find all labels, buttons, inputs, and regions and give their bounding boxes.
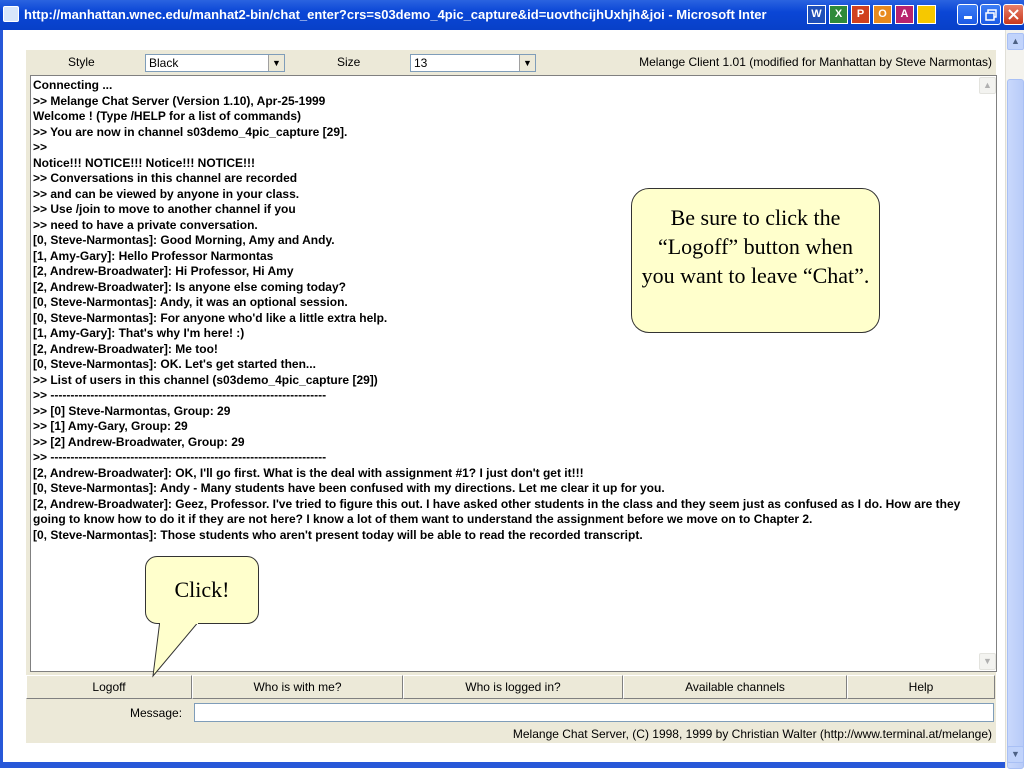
chat-line: >> List of users in this channel (s03dem… <box>33 372 378 387</box>
chat-line: >> You are now in channel s03demo_4pic_c… <box>33 124 348 139</box>
logoff-tip-text: Be sure to click the “Logoff” button whe… <box>641 205 870 288</box>
access-icon[interactable]: A <box>895 5 914 24</box>
chat-line: Welcome ! (Type /HELP for a list of comm… <box>33 109 302 123</box>
scroll-up-button[interactable]: ▲ <box>1007 33 1024 50</box>
message-input[interactable] <box>194 703 994 722</box>
chat-line: >> [0] Steve-Narmontas, Group: 29 <box>33 403 231 418</box>
chat-line: >> Melange Chat Server (Version 1.10), A… <box>33 93 326 108</box>
click-callout: Click! <box>145 556 259 624</box>
chevron-down-icon: ▼ <box>1011 749 1020 759</box>
window-title: http://manhattan.wnec.edu/manhat2-bin/ch… <box>24 7 767 22</box>
word-icon[interactable]: W <box>807 5 826 24</box>
chat-line: >> -------------------------------------… <box>33 450 327 464</box>
chat-line: [2, Andrew-Broadwater]: OK, I'll go firs… <box>33 465 584 480</box>
minimize-button[interactable] <box>957 4 978 25</box>
powerpoint-icon[interactable]: P <box>851 5 870 24</box>
chat-line: Connecting ... <box>33 78 113 92</box>
help-button[interactable]: Help <box>847 675 995 699</box>
chat-line: [0, Steve-Narmontas]: Those students who… <box>33 527 643 542</box>
who-is-logged-in-button[interactable]: Who is logged in? <box>403 675 623 699</box>
restore-icon <box>984 9 997 21</box>
size-value: 13 <box>414 56 428 70</box>
chevron-down-icon: ▼ <box>983 656 992 666</box>
chat-line: >> [1] Amy-Gary, Group: 29 <box>33 419 188 433</box>
chat-line: >> Conversations in this channel are rec… <box>33 171 298 185</box>
chat-scroll-up-button[interactable]: ▲ <box>979 77 996 94</box>
title-bar[interactable]: http://manhattan.wnec.edu/manhat2-bin/ch… <box>0 0 1024 30</box>
window-border <box>0 30 3 768</box>
scrollbar-thumb[interactable] <box>1007 79 1024 769</box>
chevron-up-icon: ▲ <box>1011 36 1020 46</box>
available-channels-button[interactable]: Available channels <box>623 675 847 699</box>
chevron-up-icon: ▲ <box>983 80 992 90</box>
click-callout-text: Click! <box>174 577 230 602</box>
style-select[interactable]: Black ▼ <box>145 54 285 72</box>
minimize-icon <box>963 16 972 19</box>
click-callout-pointer-cover <box>160 618 198 624</box>
ie-page-icon <box>3 6 19 22</box>
style-label: Style <box>68 55 95 69</box>
chat-line: >> -------------------------------------… <box>33 388 327 402</box>
chevron-down-icon: ▼ <box>268 55 284 71</box>
client-version: Melange Client 1.01 (modified for Manhat… <box>639 55 992 69</box>
excel-icon[interactable]: X <box>829 5 848 24</box>
close-button[interactable] <box>1003 4 1024 25</box>
chat-line: [2, Andrew-Broadwater]: Me too! <box>33 341 218 356</box>
chat-scrollbar[interactable]: ▲ ▼ <box>979 76 996 671</box>
style-value: Black <box>149 56 179 70</box>
chat-line: [0, Steve-Narmontas]: Andy - Many studen… <box>33 481 665 495</box>
chat-line: [2, Andrew-Broadwater]: Geez, Professor.… <box>33 496 961 527</box>
message-label: Message: <box>130 706 183 720</box>
outlook-icon[interactable]: O <box>873 5 892 24</box>
logoff-tip-callout: Be sure to click the “Logoff” button whe… <box>631 188 880 333</box>
chat-line: >> <box>33 140 48 154</box>
scroll-down-button[interactable]: ▼ <box>1007 746 1024 763</box>
window-border-bottom <box>0 762 1005 768</box>
app-icon[interactable] <box>917 5 936 24</box>
chat-line: >> [2] Andrew-Broadwater, Group: 29 <box>33 434 245 449</box>
chat-line: Notice!!! NOTICE!!! Notice!!! NOTICE!!! <box>33 155 255 170</box>
copyright-footer: Melange Chat Server, (C) 1998, 1999 by C… <box>512 727 992 741</box>
size-select[interactable]: 13 ▼ <box>410 54 536 72</box>
chat-scroll-down-button[interactable]: ▼ <box>979 653 996 670</box>
restore-button[interactable] <box>980 4 1001 25</box>
chevron-down-icon: ▼ <box>519 55 535 71</box>
page-scrollbar[interactable]: ▲ ▼ <box>1005 30 1024 769</box>
chat-line: [0, Steve-Narmontas]: OK. Let's get star… <box>33 357 316 371</box>
close-icon <box>1008 9 1019 20</box>
size-label: Size <box>337 55 361 69</box>
